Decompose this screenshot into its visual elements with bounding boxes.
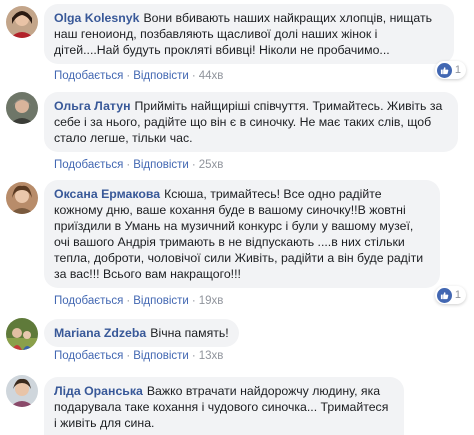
comment-actions: Подобається · Відповісти · 44хв [54, 70, 224, 82]
comment-actions: Подобається · Відповісти · 19хв [54, 295, 224, 307]
comment-text: Ксюша, тримайтесь! Все одно радійте кожн… [54, 187, 424, 281]
comment-author[interactable]: Оксана Ермакова [54, 187, 160, 201]
avatar[interactable] [6, 182, 38, 214]
comment-author[interactable]: Ліда Оранська [54, 384, 143, 398]
reply-button[interactable]: Відповісти [133, 70, 189, 82]
like-button[interactable]: Подобається [54, 295, 123, 307]
comment-actions: Подобається · Відповісти · 13хв [54, 350, 224, 362]
avatar[interactable] [6, 318, 38, 350]
avatar[interactable] [6, 92, 38, 124]
comment-bubble: Ольга Латун Прийміть найщиріші співчуття.… [44, 92, 458, 152]
like-thumb-icon [436, 287, 452, 303]
like-thumb-icon [436, 62, 452, 78]
comment-author[interactable]: Mariana Zdzeba [54, 326, 146, 340]
comment-bubble: Olga Kolesnyk Вони вбивають наших найкращ… [44, 4, 454, 64]
timestamp[interactable]: 44хв [199, 70, 224, 82]
comment-author[interactable]: Ольга Латун [54, 99, 131, 113]
timestamp[interactable]: 25хв [199, 159, 224, 171]
reply-button[interactable]: Відповісти [133, 295, 189, 307]
like-button[interactable]: Подобається [54, 159, 123, 171]
reply-button[interactable]: Відповісти [133, 350, 189, 362]
reaction-count[interactable]: 1 [434, 61, 466, 79]
comment-bubble: Ліда Оранська Важко втрачати найдорожчу л… [44, 377, 404, 435]
timestamp[interactable]: 19хв [199, 295, 224, 307]
comment-author[interactable]: Olga Kolesnyk [54, 11, 139, 25]
reply-button[interactable]: Відповісти [133, 159, 189, 171]
avatar[interactable] [6, 375, 38, 407]
like-button[interactable]: Подобається [54, 350, 123, 362]
like-button[interactable]: Подобається [54, 70, 123, 82]
comment-bubble: Оксана Ермакова Ксюша, тримайтесь! Все од… [44, 180, 440, 288]
comment-bubble: Mariana Zdzeba Вічна память! [44, 319, 239, 347]
avatar[interactable] [6, 6, 38, 38]
reaction-count[interactable]: 1 [434, 286, 466, 304]
comment-actions: Подобається · Відповісти · 25хв [54, 159, 224, 171]
comment-text: Вічна память! [150, 326, 229, 340]
timestamp[interactable]: 13хв [199, 350, 224, 362]
